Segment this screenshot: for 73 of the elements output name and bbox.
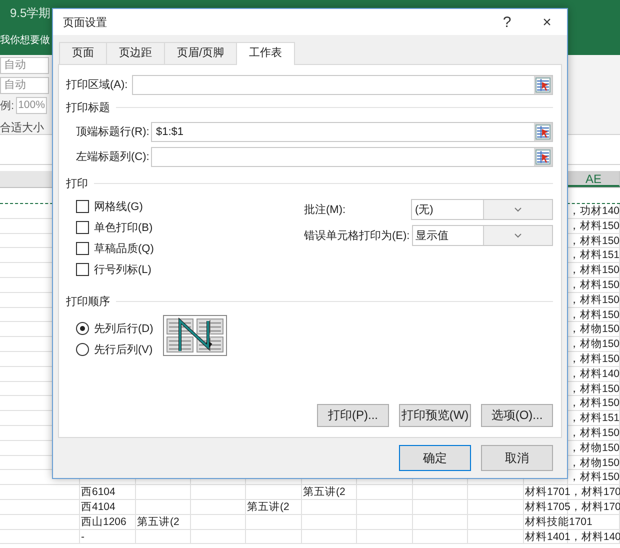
panel-button[interactable]: 选项(O)...: [481, 404, 553, 427]
radio-button[interactable]: [76, 342, 89, 356]
table-cell-text: 西山1206: [80, 514, 128, 530]
section-header: 打印标题: [66, 101, 110, 115]
radio-button[interactable]: [76, 322, 89, 334]
dialog-button[interactable]: 确定: [399, 445, 471, 471]
section-header: 打印: [66, 177, 88, 191]
table-cell: ，功材140: [568, 204, 620, 219]
field-label: 错误单元格打印为(E):: [304, 229, 410, 243]
column-header[interactable]: AE: [568, 171, 620, 187]
table-cell: ，材料140: [568, 366, 620, 382]
section-header: 打印顺序: [66, 294, 110, 309]
input-field[interactable]: [151, 146, 553, 166]
radio-label[interactable]: 先行后列(V): [94, 342, 153, 356]
table-cell: ，材料150: [568, 382, 620, 396]
tell-me-field[interactable]: 我你想要做: [0, 33, 50, 47]
checkbox[interactable]: [76, 262, 89, 276]
table-cell-text: 材料技能1701: [524, 514, 594, 530]
scale-label: 例:: [0, 99, 14, 113]
close-button[interactable]: ×: [527, 14, 567, 30]
checkbox-label[interactable]: 草稿品质(Q): [94, 240, 154, 256]
table-cell: ，材物150: [568, 322, 620, 338]
field-label: 打印区域(A):: [66, 78, 129, 92]
table-cell: ，材料150: [568, 426, 620, 441]
table-cell-text: 西6104: [80, 485, 116, 500]
dialog-button[interactable]: 取消: [481, 445, 553, 471]
print-area-field[interactable]: [132, 74, 553, 94]
input-field[interactable]: $1:$1: [151, 122, 553, 142]
table-cell: ，材料151: [568, 411, 620, 426]
dropdown[interactable]: 显示值: [412, 225, 553, 246]
table-cell: ，材物150: [568, 337, 620, 352]
table-cell: ，材料150: [568, 396, 620, 412]
table-cell-text: 第五讲(2: [302, 485, 346, 500]
table-cell-text: 第五讲(2: [136, 514, 180, 530]
checkbox[interactable]: [76, 242, 89, 254]
checkbox-label[interactable]: 单色打印(B): [94, 220, 153, 234]
table-cell: ，材料150: [568, 234, 620, 248]
fit-label: 合适大小: [0, 121, 44, 135]
dialog-title: 页面设置: [63, 16, 108, 30]
field-label: 批注(M):: [304, 202, 347, 217]
table-cell-text: -: [80, 530, 86, 544]
range-select-icon[interactable]: [534, 148, 552, 166]
table-cell: ，材料150: [568, 470, 620, 486]
table-cell-text: 第五讲(2: [246, 500, 290, 515]
caret-icon: [514, 207, 522, 212]
checkbox-label[interactable]: 网格线(G): [94, 198, 143, 214]
table-cell: ，材料151: [568, 248, 620, 264]
range-select-icon[interactable]: [534, 122, 552, 140]
checkbox[interactable]: [76, 200, 89, 212]
table-cell: ，材料150: [568, 263, 620, 278]
caret-icon: [514, 233, 522, 238]
table-cell-text: 西4104: [80, 500, 116, 515]
table-cell: ，材料150: [568, 352, 620, 367]
dropdown[interactable]: (无): [411, 199, 553, 220]
table-cell: ，材物150: [568, 456, 620, 470]
tab[interactable]: 工作表: [236, 42, 296, 65]
field-label: 顶端标题行(R):: [76, 125, 150, 139]
table-cell: ，材料150: [568, 308, 620, 322]
checkbox-label[interactable]: 行号列标(L): [94, 262, 152, 276]
table-cell: ，材料150: [568, 278, 620, 293]
table-cell: ，材物150: [568, 440, 620, 456]
panel-button[interactable]: 打印预览(W): [399, 404, 471, 427]
print-order-drawing: [163, 315, 228, 356]
checkbox[interactable]: [76, 220, 89, 234]
table-cell: ，材料150: [568, 292, 620, 308]
window-title: 9.5学期: [10, 5, 51, 22]
tab[interactable]: 页面: [59, 42, 107, 64]
table-cell: ，材料150: [568, 218, 620, 234]
range-select-icon[interactable]: [534, 76, 552, 94]
panel-button[interactable]: 打印(P)...: [317, 404, 389, 427]
radio-label[interactable]: 先列后行(D): [94, 320, 154, 336]
help-button[interactable]: ?: [487, 14, 527, 30]
field-label: 左端标题列(C):: [76, 150, 150, 164]
